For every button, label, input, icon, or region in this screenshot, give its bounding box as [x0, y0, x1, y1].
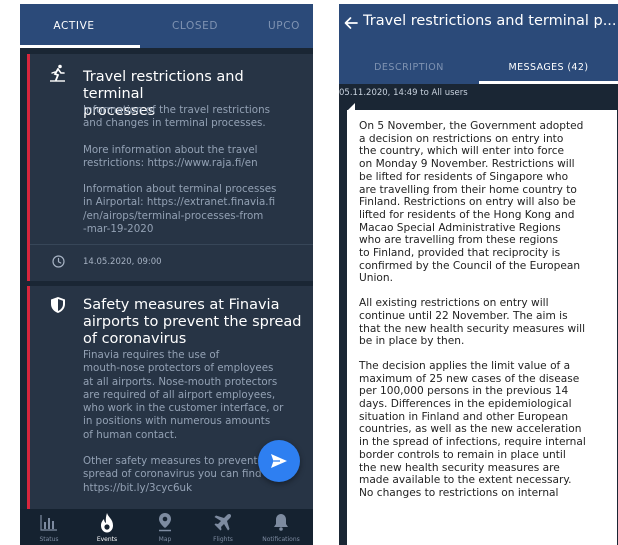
tab-closed[interactable]: CLOSED: [146, 4, 244, 48]
nav-label: Notifications: [262, 536, 300, 543]
active-tab-indicator: [20, 45, 140, 48]
nav-map[interactable]: Map: [136, 509, 194, 545]
bottom-navigation: Status Events Map Flights Notifications: [20, 509, 313, 545]
nav-label: Flights: [213, 536, 233, 543]
active-tab-indicator: [479, 81, 618, 84]
tab-description[interactable]: DESCRIPTION: [339, 52, 479, 84]
nav-status[interactable]: Status: [20, 509, 78, 545]
detail-header: Travel restrictions and terminal p... DE…: [339, 4, 618, 84]
event-title: Safety measures at Finavia airports to p…: [83, 297, 302, 347]
detail-title: Travel restrictions and terminal p...: [363, 13, 617, 29]
shield-icon: [51, 297, 65, 313]
card-accent-bar: [27, 286, 30, 509]
tab-upcoming[interactable]: UPCO: [268, 4, 313, 48]
message-body: On 5 November, the Government adopted a …: [347, 110, 617, 545]
nav-flights[interactable]: Flights: [194, 509, 252, 545]
event-date: 14.05.2020, 09:00: [83, 257, 162, 267]
map-pin-icon: [159, 513, 171, 532]
nav-label: Status: [39, 536, 59, 543]
event-description: Information of the travel restrictions a…: [83, 104, 277, 236]
message-paragraph: On 5 November, the Government adopted a …: [359, 120, 584, 285]
send-message-button[interactable]: [258, 440, 300, 482]
message-meta: 05.11.2020, 14:49 to All users: [339, 88, 468, 98]
nav-label: Map: [158, 536, 172, 543]
card-divider: [30, 244, 313, 245]
events-tab-bar: ACTIVE CLOSED UPCO: [20, 4, 313, 48]
clock-icon: [52, 255, 65, 268]
event-detail-screen: Travel restrictions and terminal p... DE…: [339, 4, 618, 545]
tab-messages[interactable]: MESSAGES (42): [479, 52, 618, 84]
events-screen: ACTIVE CLOSED UPCO Travel restrictions a…: [20, 4, 313, 545]
nav-label: Events: [96, 536, 118, 543]
back-arrow-icon[interactable]: [343, 15, 359, 31]
flame-icon: [101, 513, 113, 533]
nav-events[interactable]: Events: [78, 509, 136, 545]
bell-icon: [274, 514, 288, 531]
send-icon: [271, 454, 287, 468]
bar-chart-icon: [40, 515, 57, 531]
event-card-travel-restrictions[interactable]: Travel restrictions and terminal process…: [27, 54, 313, 281]
card-accent-bar: [27, 54, 30, 281]
walking-person-icon: [50, 64, 65, 82]
message-paragraph: The decision applies the limit value of …: [359, 359, 586, 499]
nav-notifications[interactable]: Notifications: [252, 509, 310, 545]
message-paragraph: All existing restrictions on entry will …: [359, 297, 586, 348]
tab-active[interactable]: ACTIVE: [20, 4, 128, 48]
airplane-icon: [214, 513, 232, 531]
